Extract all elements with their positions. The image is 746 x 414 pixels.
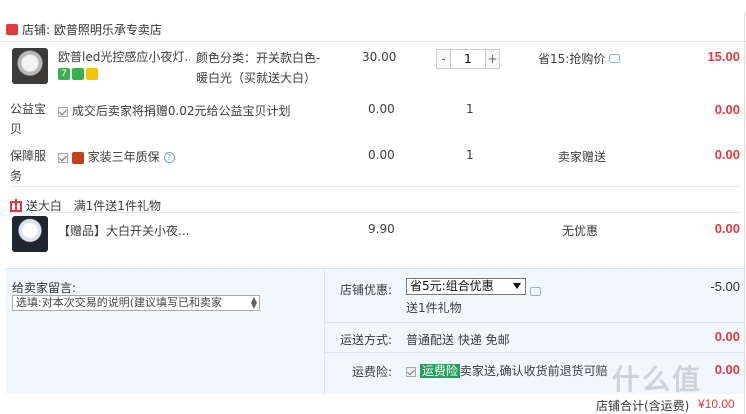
row-divider: [324, 352, 744, 353]
welfare-subtotal: 0.00: [714, 102, 740, 117]
total-currency: ¥: [698, 397, 705, 411]
warranty-quantity: 1: [466, 148, 474, 162]
warranty-text: 家装三年质保: [87, 150, 160, 164]
item-discount-text: 省15:抢购价: [538, 52, 606, 66]
shop-promo-amount: -5.00: [710, 279, 740, 294]
warranty-discount: 卖家赠送: [558, 150, 607, 164]
gift-title[interactable]: 【赠品】大白开关小夜...: [58, 222, 198, 239]
welfare-label-line2: 贝: [10, 122, 23, 136]
right-border: [744, 12, 745, 414]
shop-tag-icon: [6, 24, 18, 35]
seven-day-return-icon: 7: [58, 68, 70, 80]
product-badges: 7: [58, 68, 98, 80]
quantity-plus-button[interactable]: +: [485, 50, 499, 68]
warranty-badge-icon: [71, 151, 84, 164]
sku-line1: 颜色分类：开关款白色-: [196, 51, 321, 65]
sku-info: 颜色分类：开关款白色- 暖白光（买就送大白）: [196, 48, 338, 88]
total-amount: ¥10.00: [698, 397, 735, 411]
insurance-label: 运费险:: [352, 365, 393, 379]
gift-subtotal: 0.00: [714, 221, 740, 236]
product-title[interactable]: 欧普led光控感应小夜灯...: [58, 48, 190, 65]
welfare-quantity: 1: [466, 102, 474, 116]
gift-promo-tag: 送大白: [25, 199, 62, 213]
quality-assurance-icon: [72, 68, 84, 80]
total-label: 店铺合计(含运费): [596, 399, 690, 413]
warranty-option[interactable]: 家装三年质保 ?: [58, 148, 175, 165]
sku-line2: 暖白光（买就送大白）: [196, 71, 317, 85]
help-icon[interactable]: ?: [163, 152, 175, 163]
shop-promo-selected: 省5元:组合优惠: [410, 279, 494, 293]
shop-promo-label: 店铺优惠:: [340, 283, 393, 297]
shipping-label: 运送方式:: [340, 333, 393, 347]
memo-input[interactable]: 选填:对本次交易的说明(建议填写已和卖家 ▲ ▼: [12, 295, 260, 311]
message-icon[interactable]: [530, 287, 541, 296]
order-confirm-panel: 店铺: 欧普照明乐承专卖店 欧普led光控感应小夜灯... 7 颜色分类：开关款…: [0, 0, 746, 414]
gift-price: 9.90: [368, 222, 395, 236]
welfare-option[interactable]: 成交后卖家将捐赠0.02元给公益宝贝计划: [58, 102, 291, 119]
shop-promo-select[interactable]: 省5元:组合优惠: [406, 278, 526, 295]
welfare-price: 0.00: [368, 102, 395, 116]
memo-placeholder: 选填:对本次交易的说明(建议填写已和卖家: [16, 296, 222, 309]
insurance-checkbox[interactable]: [406, 366, 416, 377]
unit-price: 30.00: [362, 50, 397, 64]
watermark: 什么值: [612, 363, 703, 396]
welfare-checkbox[interactable]: [58, 106, 68, 117]
insurance-option[interactable]: 运费险 卖家送,确认收货前退货可赔: [406, 362, 608, 379]
welfare-label: 公益宝 贝: [10, 99, 46, 139]
row-divider: [324, 322, 744, 323]
welfare-text: 成交后卖家将捐赠0.02元给公益宝贝计划: [71, 104, 291, 118]
spinner-arrows-icon[interactable]: ▲ ▼: [251, 296, 257, 310]
dropdown-arrow-icon: [513, 283, 521, 289]
section-divider: [10, 186, 740, 187]
warranty-label-line1: 保障服: [10, 149, 47, 163]
warranty-subtotal: 0.00: [714, 147, 740, 162]
gift-promo-text: 满1件送1件礼物: [73, 199, 161, 213]
gift-thumbnail[interactable]: [12, 216, 48, 252]
shipping-value[interactable]: 普通配送 快递 免邮: [406, 331, 510, 348]
welfare-label-line1: 公益宝: [10, 102, 47, 116]
section-divider: [10, 212, 740, 213]
item-subtotal: 15.00: [707, 49, 740, 64]
item-discount: 省15:抢购价: [538, 50, 621, 67]
quantity-input[interactable]: [451, 50, 485, 68]
quantity-stepper[interactable]: - +: [436, 49, 500, 69]
shop-name-text[interactable]: 欧普照明乐承专卖店: [54, 23, 162, 37]
panel-divider: [324, 270, 325, 394]
message-icon[interactable]: [609, 54, 621, 63]
shop-promo-gift-note: 送1件礼物: [406, 301, 462, 315]
shipping-amount: 0.00: [714, 329, 740, 344]
shop-name[interactable]: 店铺: 欧普照明乐承专卖店: [22, 21, 162, 38]
shop-label: 店铺:: [22, 23, 51, 37]
insurance-text: 卖家送,确认收货前退货可赔: [459, 364, 608, 378]
memo-label: 给卖家留言:: [12, 281, 77, 295]
quantity-minus-button[interactable]: -: [437, 50, 451, 68]
insurance-tag: 运费险: [419, 364, 460, 378]
product-thumbnail[interactable]: [12, 48, 48, 84]
warranty-label-line2: 务: [10, 169, 23, 183]
total-value: 10.00: [704, 397, 735, 411]
gift-discount: 无优惠: [562, 224, 599, 238]
gift-icon: [10, 199, 22, 212]
warranty-checkbox[interactable]: [58, 152, 68, 163]
warranty-price: 0.00: [368, 148, 395, 162]
warranty-label: 保障服 务: [10, 146, 46, 186]
credit-card-icon: [86, 68, 98, 80]
